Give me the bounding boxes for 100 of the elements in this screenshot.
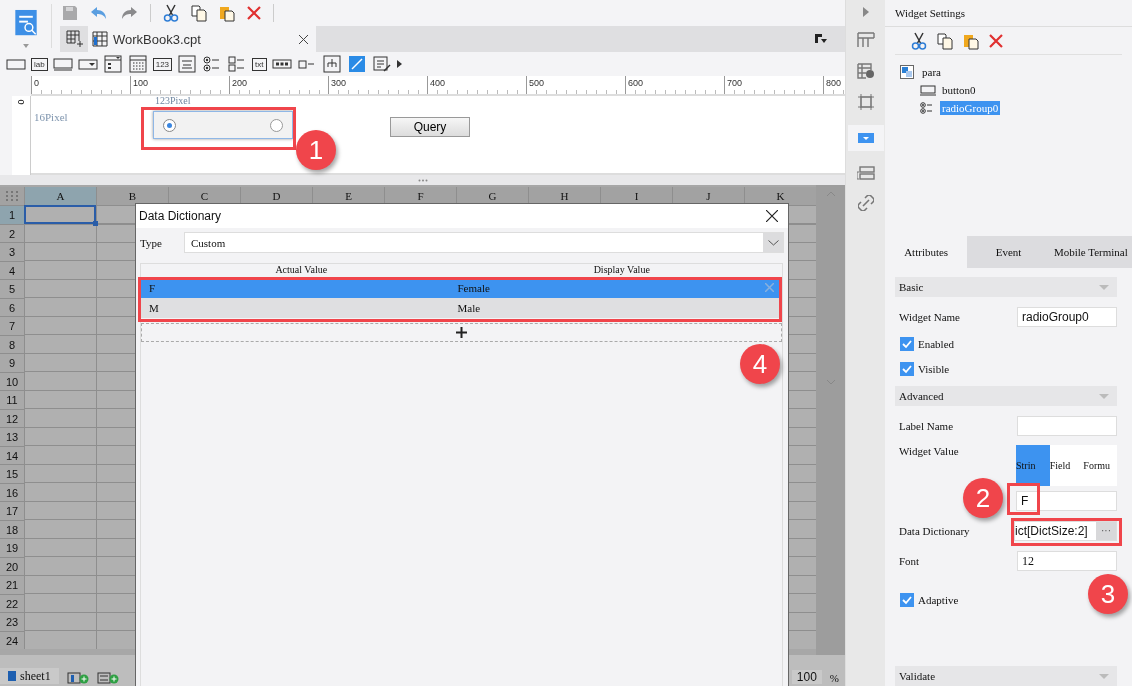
width-label: 123Pixel <box>155 96 191 106</box>
actual-value-cell-text: F <box>148 282 157 294</box>
radio-button[interactable] <box>163 118 176 132</box>
field-label: Widget Value <box>899 445 959 459</box>
widget-name-field[interactable]: radioGroup0 <box>1017 306 1117 327</box>
tree-tool-icon[interactable] <box>321 55 342 73</box>
sheet-tab[interactable]: sheet1 <box>0 668 59 684</box>
panel-title: Widget Settings <box>885 0 1132 27</box>
more-arrow-icon[interactable] <box>396 60 402 68</box>
plus-icon[interactable] <box>456 327 467 338</box>
ruler-label: 300 <box>330 78 347 88</box>
zoom-field[interactable]: 100 <box>791 670 822 684</box>
button-widget-icon <box>920 84 936 96</box>
add-sheet-icon[interactable] <box>66 672 89 684</box>
form-layout-icon[interactable] <box>856 166 875 180</box>
close-icon[interactable] <box>299 34 308 44</box>
cut-icon[interactable] <box>911 32 927 50</box>
ruler-label: 600 <box>627 78 644 88</box>
frame-icon[interactable] <box>857 94 874 110</box>
new-sheet-icon[interactable] <box>66 30 84 48</box>
splitter-handle-icon[interactable] <box>417 178 428 182</box>
query-button[interactable]: Query <box>390 117 470 137</box>
paste-icon[interactable] <box>963 32 979 50</box>
widget-tool-button[interactable]: lab <box>31 57 48 71</box>
copy-icon[interactable] <box>191 4 207 22</box>
ruler-label: 0 <box>16 99 26 105</box>
checkbox[interactable] <box>900 336 914 351</box>
section-header[interactable]: Validate <box>895 666 1117 686</box>
dialog-title: Data Dictionary <box>139 209 222 223</box>
table-icon[interactable] <box>856 32 875 48</box>
ruler-label: 800 <box>825 78 842 88</box>
value-type-tab[interactable]: Formu <box>1083 445 1117 486</box>
height-label: 16Pixel <box>34 111 68 123</box>
link-icon[interactable] <box>857 195 874 211</box>
ruler-label: 700 <box>726 78 743 88</box>
tree-item[interactable]: para <box>920 65 943 79</box>
button-tool-icon[interactable] <box>52 55 73 73</box>
field-label: Data Dictionary <box>899 524 970 537</box>
add-form-icon[interactable] <box>96 672 119 684</box>
ruler-label: 200 <box>231 78 248 88</box>
column-header[interactable]: A <box>24 187 96 205</box>
section-header[interactable]: Basic <box>895 277 1117 297</box>
close-icon[interactable] <box>766 210 778 222</box>
tree-item[interactable]: button0 <box>940 83 978 97</box>
select-all-icon[interactable] <box>6 191 18 201</box>
checkbox-label: Visible <box>918 362 950 375</box>
ruler-label: 100 <box>132 78 149 88</box>
chevron-down-icon[interactable] <box>767 239 779 246</box>
column-header[interactable]: B <box>96 187 168 205</box>
column-header[interactable]: K <box>744 187 816 205</box>
font-size-field[interactable]: 12 <box>1017 550 1117 571</box>
tab-menu-icon[interactable] <box>815 34 827 44</box>
undo-icon[interactable] <box>90 5 108 21</box>
widget-tool-button[interactable]: txt <box>252 57 267 71</box>
panel-tab[interactable]: Event <box>967 236 1050 268</box>
selected-cell[interactable] <box>24 205 96 224</box>
form-icon <box>900 65 914 79</box>
field-label: Font <box>899 554 920 567</box>
type-label: Type <box>140 236 163 249</box>
delete-icon[interactable] <box>989 34 1003 48</box>
type-dropdown[interactable]: Custom <box>184 232 784 253</box>
field-label: Label Name <box>899 419 954 432</box>
delete-icon[interactable] <box>247 6 261 20</box>
calendar-tool-icon[interactable] <box>127 55 148 73</box>
copy-icon[interactable] <box>937 32 953 50</box>
dropdown-widget-icon[interactable] <box>857 133 874 143</box>
radio-button[interactable] <box>270 118 283 132</box>
caret-icon[interactable] <box>22 44 29 48</box>
checkbox[interactable] <box>900 361 914 376</box>
pen-tool-icon[interactable] <box>346 55 367 73</box>
list-edit-tool-icon[interactable] <box>371 55 392 73</box>
widget-tool-button[interactable]: 123 <box>152 57 173 71</box>
radio-group-widget[interactable] <box>153 111 293 139</box>
row-header[interactable]: 1 <box>0 205 24 224</box>
widget-value-field[interactable]: F <box>1016 491 1117 511</box>
panel-tab[interactable]: Attributes <box>885 236 968 268</box>
ruler-label: 400 <box>429 78 446 88</box>
field-label: Widget Name <box>899 310 960 323</box>
checkbox[interactable] <box>900 592 914 607</box>
table-info-icon[interactable] <box>856 63 875 79</box>
checkbox-label: Adaptive <box>918 593 959 606</box>
panel-tab[interactable]: Mobile Terminal <box>1049 236 1132 268</box>
expand-arrow-icon[interactable] <box>862 7 869 17</box>
redo-icon[interactable] <box>120 5 138 21</box>
save-icon[interactable] <box>62 5 78 21</box>
section-header[interactable]: Advanced <box>895 386 1117 406</box>
dictionary-row[interactable]: M Male <box>141 298 782 318</box>
paste-icon[interactable] <box>219 4 235 22</box>
workbook-icon <box>92 31 108 47</box>
column-header: Actual Value <box>274 264 329 277</box>
label-name-field[interactable] <box>1017 415 1117 436</box>
cut-icon[interactable] <box>163 4 179 22</box>
actual-value-cell-text: M <box>148 302 160 314</box>
value-type-tab[interactable]: Strin <box>1016 445 1050 486</box>
workbook-tab[interactable]: WorkBook3.cpt <box>88 26 316 52</box>
value-type-tab[interactable]: Field <box>1049 445 1084 486</box>
display-value-cell-text: Male <box>456 302 482 314</box>
dropdown-list-tool-icon[interactable] <box>102 55 123 73</box>
checkbox-label: Enabled <box>918 337 955 350</box>
column-header: Display Value <box>592 264 651 277</box>
